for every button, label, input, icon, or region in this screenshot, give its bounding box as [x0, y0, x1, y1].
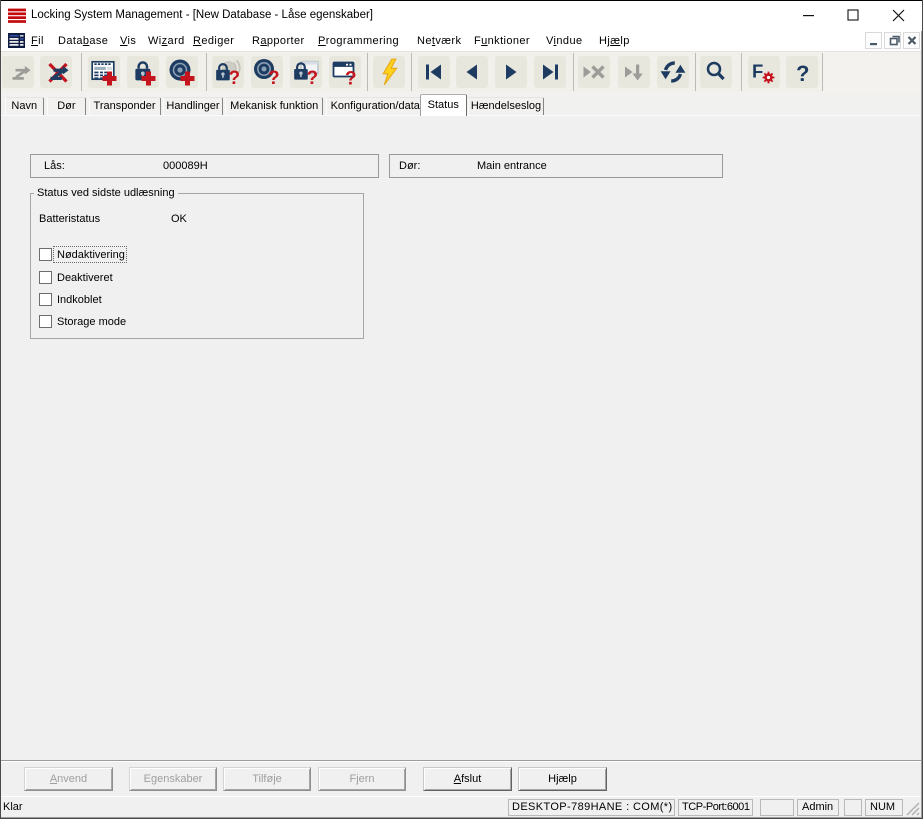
svg-text:?: ?: [229, 68, 241, 88]
svg-text:?: ?: [796, 61, 809, 86]
svg-text:?: ?: [345, 69, 357, 89]
svg-text:F: F: [752, 61, 763, 82]
svg-text:?: ?: [268, 68, 280, 88]
svg-text:?: ?: [307, 68, 319, 88]
